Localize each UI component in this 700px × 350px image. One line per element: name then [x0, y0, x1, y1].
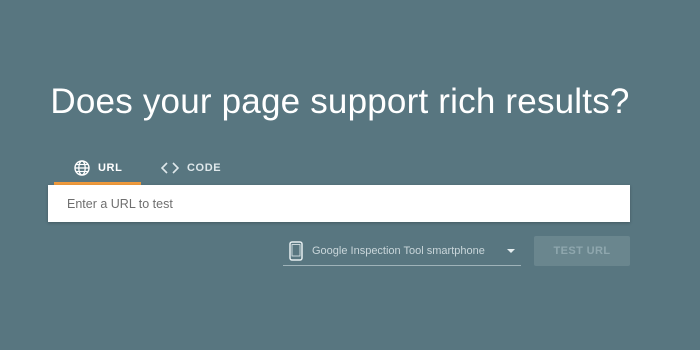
- url-input[interactable]: [48, 185, 630, 222]
- tab-code[interactable]: CODE: [141, 150, 241, 185]
- tab-url-label: URL: [98, 161, 123, 174]
- page-headline: Does your page support rich results?: [50, 82, 630, 121]
- code-brackets-icon: [161, 159, 179, 177]
- input-mode-tabs: URL CODE: [54, 150, 241, 185]
- test-url-button[interactable]: TEST URL: [534, 236, 630, 266]
- smartphone-icon: [289, 240, 303, 261]
- crawler-select[interactable]: Google Inspection Tool smartphone: [283, 236, 521, 266]
- crawler-select-value: Google Inspection Tool smartphone: [312, 244, 485, 257]
- url-input-container: [48, 185, 630, 222]
- globe-icon: [74, 159, 90, 177]
- tab-code-label: CODE: [187, 161, 222, 174]
- tab-url[interactable]: URL: [54, 150, 141, 185]
- chevron-down-icon: [507, 249, 515, 253]
